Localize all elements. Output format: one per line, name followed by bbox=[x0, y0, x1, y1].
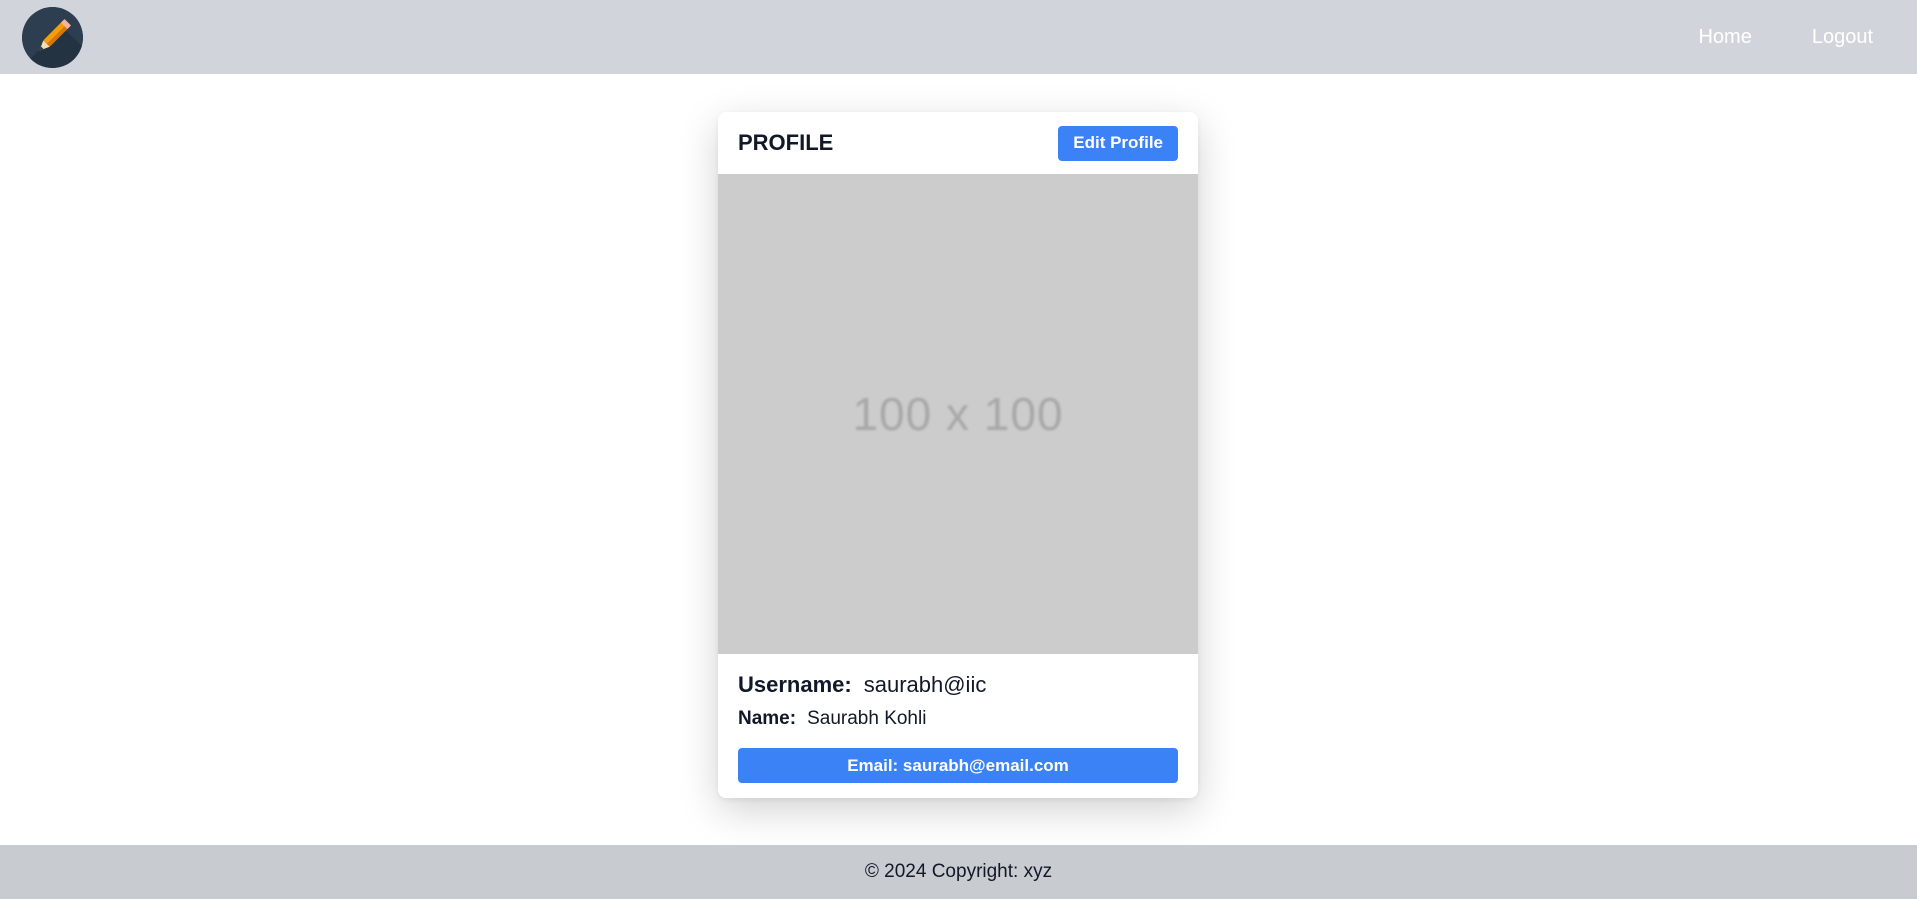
nav-links: Home Logout bbox=[1698, 26, 1895, 49]
name-label: Name: bbox=[738, 708, 797, 729]
profile-details: Username: saurabh@iic Name: Saurabh Kohl… bbox=[718, 654, 1198, 783]
profile-image: 100 x 100 bbox=[718, 174, 1198, 654]
nav-link-home[interactable]: Home bbox=[1698, 26, 1751, 49]
profile-card: PROFILE Edit Profile 100 x 100 Username:… bbox=[718, 112, 1198, 798]
logo[interactable] bbox=[22, 6, 83, 68]
page-title: PROFILE bbox=[738, 130, 834, 155]
navbar: Home Logout bbox=[0, 0, 1917, 74]
email-button[interactable]: Email: saurabh@email.com bbox=[738, 748, 1178, 783]
username-label: Username: bbox=[738, 672, 852, 697]
nav-link-logout[interactable]: Logout bbox=[1812, 26, 1873, 49]
image-placeholder-text: 100 x 100 bbox=[852, 388, 1064, 440]
pencil-icon bbox=[22, 6, 83, 68]
username-row: Username: saurabh@iic bbox=[738, 672, 1178, 698]
footer: © 2024 Copyright: xyz bbox=[0, 845, 1917, 899]
name-row: Name: Saurabh Kohli bbox=[738, 708, 1178, 730]
name-value: Saurabh Kohli bbox=[807, 708, 927, 729]
username-value: saurabh@iic bbox=[863, 672, 987, 697]
edit-profile-button[interactable]: Edit Profile bbox=[1058, 125, 1178, 161]
card-header: PROFILE Edit Profile bbox=[718, 112, 1198, 174]
copyright-text: © 2024 Copyright: xyz bbox=[864, 861, 1053, 882]
